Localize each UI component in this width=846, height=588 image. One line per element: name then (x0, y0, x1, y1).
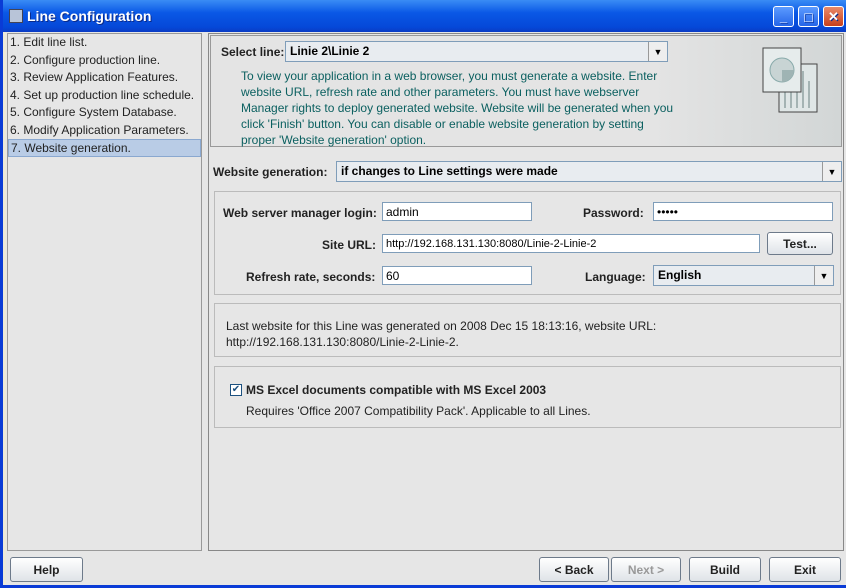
header-panel: Select line: Linie 2\Linie 2 ▼ To view y… (210, 35, 842, 147)
close-button[interactable]: ✕ (823, 6, 844, 27)
step-item[interactable]: 2. Configure production line. (8, 52, 201, 70)
line-configuration-window: Line Configuration _ □ ✕ 1. Edit line li… (0, 0, 846, 588)
language-dropdown[interactable]: English ▼ (653, 265, 834, 286)
test-button[interactable]: Test... (767, 232, 833, 255)
excel-group: ✔ MS Excel documents compatible with MS … (214, 366, 841, 428)
refresh-label: Refresh rate, seconds: (246, 270, 376, 284)
help-button[interactable]: Help (10, 557, 83, 582)
minimize-button[interactable]: _ (773, 6, 794, 27)
site-url-input[interactable] (382, 234, 760, 253)
title-bar[interactable]: Line Configuration _ □ ✕ (3, 0, 846, 32)
step-item[interactable]: 3. Review Application Features. (8, 69, 201, 87)
back-button[interactable]: < Back (539, 557, 609, 582)
chevron-down-icon[interactable]: ▼ (822, 162, 841, 181)
website-generation-panel: Select line: Linie 2\Linie 2 ▼ To view y… (208, 33, 844, 551)
step-item[interactable]: 4. Set up production line schedule. (8, 87, 201, 105)
exit-button[interactable]: Exit (769, 557, 841, 582)
steps-list: 1. Edit line list. 2. Configure producti… (7, 33, 202, 551)
website-generation-value: if changes to Line settings were made (341, 164, 558, 178)
select-line-dropdown[interactable]: Linie 2\Linie 2 ▼ (285, 41, 668, 62)
next-button: Next > (611, 557, 681, 582)
select-line-label: Select line: (221, 45, 285, 59)
website-generation-label: Website generation: (213, 165, 328, 179)
step-item-selected[interactable]: 7. Website generation. (8, 139, 201, 157)
language-label: Language: (585, 270, 646, 284)
info-group: Last website for this Line was generated… (214, 303, 841, 357)
window-title: Line Configuration (27, 8, 152, 24)
maximize-button[interactable]: □ (798, 6, 819, 27)
app-icon (9, 9, 23, 23)
server-settings-group: Web server manager login: Password: Site… (214, 191, 841, 295)
last-generated-text: Last website for this Line was generated… (226, 319, 657, 349)
description-text: To view your application in a web browse… (241, 69, 674, 147)
chart-graphic-icon (762, 47, 818, 113)
excel-compat-note: Requires 'Office 2007 Compatibility Pack… (246, 404, 591, 418)
excel-compat-label[interactable]: MS Excel documents compatible with MS Ex… (246, 383, 546, 397)
main-area: 1. Edit line list. 2. Configure producti… (6, 32, 846, 585)
password-input[interactable] (653, 202, 833, 221)
chevron-down-icon[interactable]: ▼ (648, 42, 667, 61)
website-generation-dropdown[interactable]: if changes to Line settings were made ▼ (336, 161, 842, 182)
excel-compat-checkbox[interactable]: ✔ (230, 384, 242, 396)
site-url-label: Site URL: (322, 238, 376, 252)
login-label: Web server manager login: (223, 206, 377, 220)
select-line-value: Linie 2\Linie 2 (290, 44, 370, 58)
refresh-input[interactable] (382, 266, 532, 285)
step-item[interactable]: 5. Configure System Database. (8, 104, 201, 122)
language-value: English (658, 268, 702, 282)
build-button[interactable]: Build (689, 557, 761, 582)
login-input[interactable] (382, 202, 532, 221)
password-label: Password: (583, 206, 644, 220)
chevron-down-icon[interactable]: ▼ (814, 266, 833, 285)
step-item[interactable]: 1. Edit line list. (8, 34, 201, 52)
step-item[interactable]: 6. Modify Application Parameters. (8, 122, 201, 140)
